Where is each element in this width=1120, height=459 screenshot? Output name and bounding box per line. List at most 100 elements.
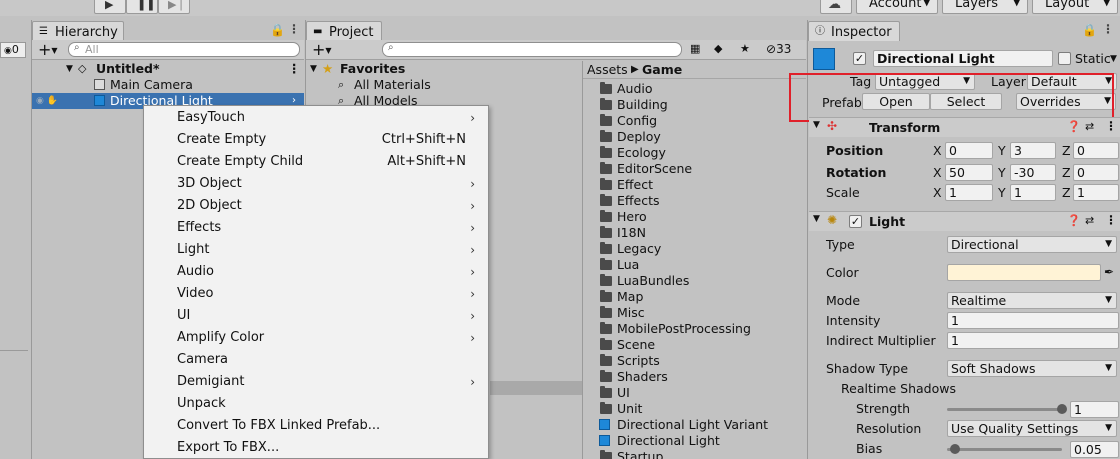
expand-arrow-icon[interactable]: ▼	[310, 61, 317, 77]
rotation-field[interactable]: 50	[945, 164, 993, 181]
layers-dropdown[interactable]: Layers ▼	[942, 0, 1028, 14]
position-axis-label[interactable]: X	[933, 143, 942, 159]
folder-item[interactable]: Building	[583, 97, 806, 113]
cloud-button[interactable]: ☁	[820, 0, 852, 14]
scale-field[interactable]: 1	[1010, 184, 1056, 201]
folder-item[interactable]: Ecology	[583, 145, 806, 161]
menu-item[interactable]: Amplify Color ›	[144, 327, 488, 349]
position-axis-label[interactable]: Z	[1062, 143, 1071, 159]
menu-item[interactable]: Effects ›	[144, 217, 488, 239]
color-swatch[interactable]	[947, 264, 1101, 281]
rotation-axis-label[interactable]: Y	[998, 165, 1006, 181]
scale-axis-label[interactable]: X	[933, 185, 942, 201]
layout-dropdown[interactable]: Layout ▼	[1032, 0, 1118, 14]
eyedropper-icon[interactable]: ✒	[1104, 264, 1114, 280]
scale-field[interactable]: 1	[1073, 184, 1119, 201]
folder-item[interactable]: LuaBundles	[583, 273, 806, 289]
expand-arrow-icon[interactable]: ▼	[813, 120, 820, 130]
folder-item[interactable]: Effect	[583, 177, 806, 193]
intensity-field[interactable]: 1	[947, 312, 1119, 329]
layer-visibility-toggle[interactable]: ◉0	[0, 42, 26, 58]
visibility-eye-icon[interactable]: ◉ ✋	[36, 93, 58, 109]
indirect-multiplier-field[interactable]: 1	[947, 332, 1119, 349]
object-name-field[interactable]: Directional Light	[873, 50, 1053, 67]
folder-item[interactable]: Scene	[583, 337, 806, 353]
scene-menu-icon[interactable]: ⋮	[288, 61, 301, 77]
more-options-icon[interactable]: ⋮	[1105, 213, 1117, 227]
menu-item[interactable]: EasyTouch ›	[144, 107, 488, 129]
prefab-item[interactable]: Directional Light	[583, 433, 806, 449]
tab-inspector[interactable]: ⓘ Inspector	[808, 21, 900, 41]
search-by-type-icon[interactable]: ▦	[690, 42, 700, 55]
menu-item[interactable]: Audio ›	[144, 261, 488, 283]
preset-icon[interactable]: ⇄	[1085, 214, 1094, 227]
lock-icon[interactable]: 🔒	[1082, 23, 1097, 37]
add-button[interactable]: +▼	[38, 40, 58, 59]
play-button[interactable]: ▶	[94, 0, 126, 14]
shadow-type-dropdown[interactable]: Soft Shadows ▼	[947, 360, 1117, 377]
create-button[interactable]: +▼	[312, 40, 332, 59]
chevron-down-icon[interactable]: ▼	[1110, 51, 1117, 67]
folder-item[interactable]: MobilePostProcessing	[583, 321, 806, 337]
search-by-label-icon[interactable]: ◆	[714, 42, 722, 55]
scale-field[interactable]: 1	[945, 184, 993, 201]
preset-icon[interactable]: ⇄	[1085, 120, 1094, 133]
menu-item[interactable]: UI ›	[144, 305, 488, 327]
rotation-field[interactable]: 0	[1073, 164, 1119, 181]
menu-item[interactable]: Light ›	[144, 239, 488, 261]
folder-item[interactable]: EditorScene	[583, 161, 806, 177]
hierarchy-search-input[interactable]: ⌕ All	[68, 42, 300, 57]
light-mode-dropdown[interactable]: Realtime ▼	[947, 292, 1117, 309]
position-field[interactable]: 3	[1010, 142, 1056, 159]
menu-item[interactable]: Camera	[144, 349, 488, 371]
help-icon[interactable]: ❓	[1067, 120, 1081, 133]
light-enabled-checkbox[interactable]: ✓	[849, 215, 862, 228]
folder-item[interactable]: Startup	[583, 449, 806, 459]
menu-item[interactable]: Create Empty Child Alt+Shift+N	[144, 151, 488, 173]
folder-item[interactable]: Audio	[583, 81, 806, 97]
tab-hierarchy[interactable]: ☰ Hierarchy	[32, 21, 124, 41]
folder-item[interactable]: Misc	[583, 305, 806, 321]
rotation-axis-label[interactable]: X	[933, 165, 942, 181]
folder-item[interactable]: Hero	[583, 209, 806, 225]
folder-item[interactable]: Deploy	[583, 129, 806, 145]
light-header[interactable]: ▼ ✺ ✓ Light ❓ ⇄ ⋮	[809, 211, 1120, 231]
folder-item[interactable]: Scripts	[583, 353, 806, 369]
menu-item[interactable]: Demigiant ›	[144, 371, 488, 393]
strength-slider-knob[interactable]	[1057, 404, 1067, 414]
project-search-input[interactable]: ⌕	[382, 42, 682, 57]
help-icon[interactable]: ❓	[1067, 214, 1081, 227]
more-options-icon[interactable]: ⋮	[1105, 119, 1117, 133]
menu-item[interactable]: Convert To FBX Linked Prefab...	[144, 415, 488, 437]
expand-arrow-icon[interactable]: ▼	[813, 214, 820, 224]
scale-axis-label[interactable]: Y	[998, 185, 1006, 201]
menu-item[interactable]: 2D Object ›	[144, 195, 488, 217]
folder-item[interactable]: Shaders	[583, 369, 806, 385]
expand-arrow-icon[interactable]: ▼	[66, 61, 73, 77]
favorites-star-icon[interactable]: ★	[740, 42, 750, 55]
more-options-icon[interactable]: ⋮	[288, 22, 300, 36]
bias-field[interactable]: 0.05	[1070, 441, 1119, 458]
transform-header[interactable]: ▼ ✣ Transform ❓ ⇄ ⋮	[809, 117, 1120, 137]
position-field[interactable]: 0	[1073, 142, 1119, 159]
folder-item[interactable]: Legacy	[583, 241, 806, 257]
strength-slider-track[interactable]	[947, 408, 1062, 411]
position-axis-label[interactable]: Y	[998, 143, 1006, 159]
menu-item[interactable]: Unpack	[144, 393, 488, 415]
hierarchy-item-main-camera[interactable]: Main Camera	[32, 77, 304, 93]
favorites-row[interactable]: ▼ ★ Favorites	[306, 61, 582, 77]
account-dropdown[interactable]: Account ▼	[856, 0, 938, 14]
folder-item[interactable]: Effects	[583, 193, 806, 209]
more-options-icon[interactable]: ⋮	[1102, 22, 1114, 36]
active-checkbox[interactable]: ✓	[853, 52, 866, 65]
menu-item[interactable]: Video ›	[144, 283, 488, 305]
folder-item[interactable]: Config	[583, 113, 806, 129]
step-button[interactable]: ▶❘	[158, 0, 190, 14]
resolution-dropdown[interactable]: Use Quality Settings ▼	[947, 420, 1117, 437]
rotation-axis-label[interactable]: Z	[1062, 165, 1071, 181]
breadcrumb-root[interactable]: Assets	[587, 61, 628, 79]
light-type-dropdown[interactable]: Directional ▼	[947, 236, 1117, 253]
strength-field[interactable]: 1	[1070, 401, 1119, 418]
breadcrumb-current[interactable]: Game	[642, 61, 682, 79]
folder-item[interactable]: I18N	[583, 225, 806, 241]
